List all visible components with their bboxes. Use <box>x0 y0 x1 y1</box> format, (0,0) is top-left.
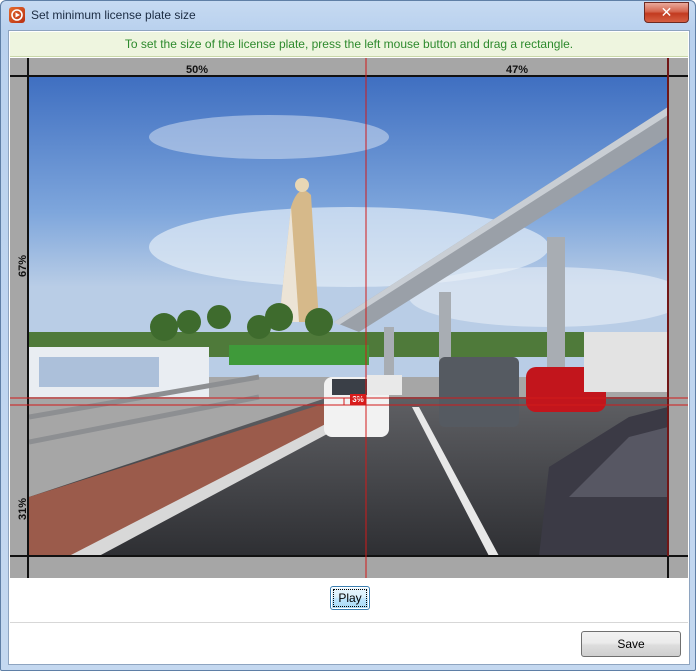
playback-bar: Play <box>10 579 688 623</box>
dialog-client-area: To set the size of the license plate, pr… <box>8 30 690 665</box>
left-bottom-percentage: 31% <box>17 497 29 520</box>
close-icon: ✕ <box>660 4 673 20</box>
instruction-bar: To set the size of the license plate, pr… <box>10 32 688 57</box>
play-button[interactable]: Play <box>330 586 370 610</box>
left-top-percentage: 67% <box>17 254 29 277</box>
app-icon <box>9 7 25 23</box>
plate-size-marker: 3% <box>350 394 366 405</box>
street-scene <box>29 77 668 556</box>
dialog-footer: Save <box>10 623 688 663</box>
save-button[interactable]: Save <box>581 631 681 657</box>
top-left-percentage: 50% <box>186 64 209 76</box>
dialog-window: Set minimum license plate size ✕ To set … <box>0 0 696 671</box>
close-button[interactable]: ✕ <box>644 2 689 23</box>
camera-image[interactable]: 3% <box>29 77 668 556</box>
instruction-text: To set the size of the license plate, pr… <box>124 37 574 51</box>
top-right-percentage: 47% <box>506 64 529 76</box>
title-bar[interactable]: Set minimum license plate size ✕ <box>1 1 695 29</box>
window-title: Set minimum license plate size <box>31 8 196 22</box>
video-frame-area[interactable]: 50% 47% 67% 31% 3% <box>10 58 688 578</box>
